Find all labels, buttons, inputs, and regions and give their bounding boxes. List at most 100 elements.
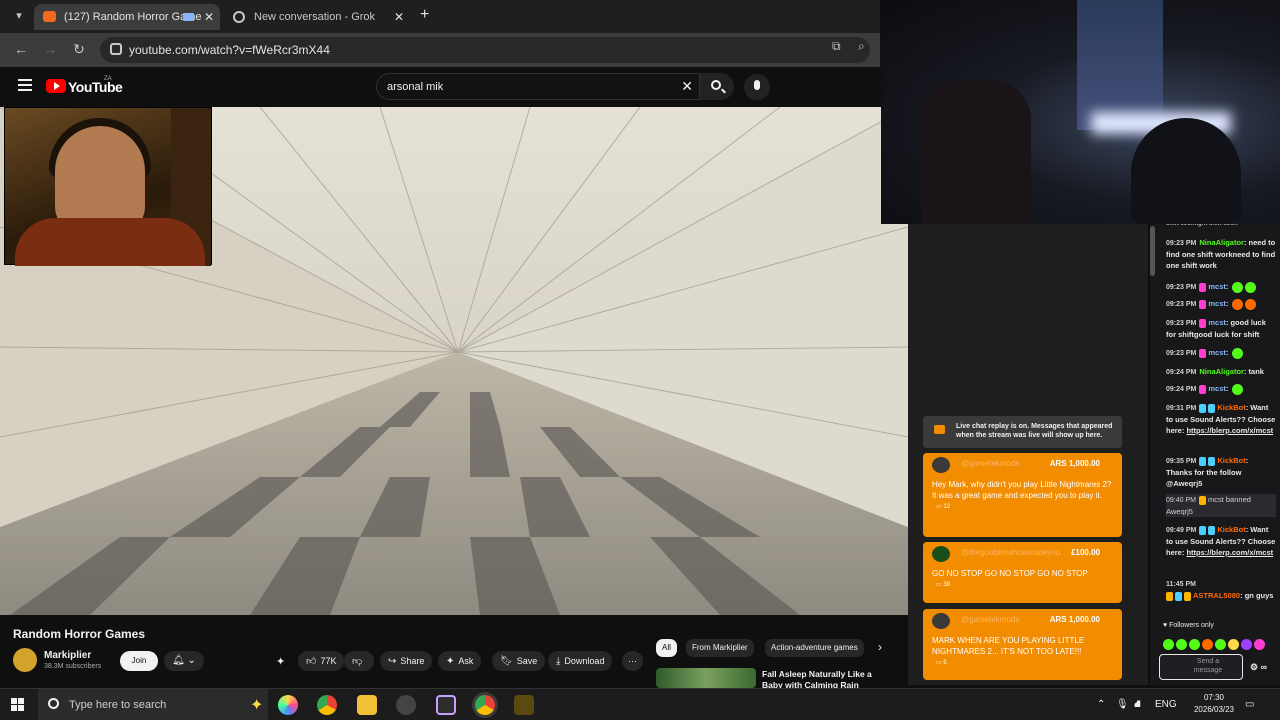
install-app-icon[interactable]: ⧉ xyxy=(832,39,841,54)
chat-message: 11:45 PM ASTRAL5080: gn guys xyxy=(1166,581,1274,601)
emote-icon[interactable] xyxy=(1215,639,1226,651)
taskbar-search[interactable]: Type here to search ✦ xyxy=(38,689,268,720)
chat-user[interactable]: NinaAligator xyxy=(1199,238,1244,247)
download-icon: ⤓ xyxy=(556,656,561,667)
ask-sparkle-icon: ✦ xyxy=(446,656,455,667)
emote-icon[interactable] xyxy=(1202,639,1213,651)
chat-user[interactable]: ASTRAL5080 xyxy=(1193,591,1240,600)
superchat-reply-value: 12 xyxy=(943,504,951,510)
superchat-header: @gametekmods ARS 1,000.00 xyxy=(923,609,1122,631)
share-button[interactable]: ↪ Share xyxy=(380,651,433,671)
language-indicator[interactable]: ENG xyxy=(1155,699,1177,710)
game-app-icon[interactable] xyxy=(514,695,534,715)
chat-user[interactable]: NinaAligator xyxy=(1199,367,1244,376)
chat-time: 09:49 PM xyxy=(1166,527,1197,534)
save-button[interactable]: 🔖︎ Save xyxy=(492,651,546,671)
youtube-logo-text[interactable]: YouTube xyxy=(68,79,123,95)
join-button[interactable]: Join xyxy=(120,651,158,671)
channel-avatar[interactable] xyxy=(13,648,37,672)
search-input[interactable]: arsonal mik ✕ xyxy=(376,73,700,100)
chat-input-placeholder[interactable]: Send a message xyxy=(1188,657,1228,675)
chat-user[interactable]: mcst xyxy=(1208,282,1226,291)
like-button[interactable]: 👍︎ 77K xyxy=(298,651,345,671)
chrome-app-icon[interactable] xyxy=(317,695,337,715)
close-tab-icon[interactable]: ✕ xyxy=(204,4,214,30)
webcam-figure xyxy=(921,80,1031,224)
chip-all[interactable]: All xyxy=(656,639,677,657)
emote-icon[interactable] xyxy=(1189,639,1200,651)
superchat-card[interactable]: @thegoobenwhosensdeyou £100.00 GO NO STO… xyxy=(923,542,1122,603)
superchat-card[interactable]: @gametekmods ARS 1,000.00 MARK WHEN ARE … xyxy=(923,609,1122,680)
superchat-user: @thegoobenwhosensdeyou xyxy=(961,548,1061,557)
site-info-icon[interactable] xyxy=(110,43,122,55)
chat-link[interactable]: https://blerp.com/x/mcst xyxy=(1186,548,1273,557)
chat-user[interactable]: mcst xyxy=(1208,299,1226,308)
close-tab-icon[interactable]: ✕ xyxy=(394,4,404,30)
chat-user[interactable]: KickBot xyxy=(1217,403,1245,412)
chat-user[interactable]: mcst xyxy=(1208,348,1226,357)
new-tab-button[interactable]: + xyxy=(420,6,429,24)
more-actions-button[interactable]: ··· xyxy=(622,651,643,671)
windows-start-icon[interactable] xyxy=(11,698,24,711)
forward-icon[interactable]: → xyxy=(41,41,59,57)
ask-button[interactable]: ✦ Ask xyxy=(438,651,482,671)
chrome-profile-app-icon[interactable] xyxy=(475,695,495,715)
badge-icon xyxy=(1199,299,1207,309)
emote-icon[interactable] xyxy=(1228,639,1239,651)
tray-overflow-icon[interactable]: ⌃ xyxy=(1097,699,1105,710)
voice-search-icon[interactable] xyxy=(744,74,770,100)
chip-action-adventure[interactable]: Action-adventure games xyxy=(765,639,864,657)
notifications-icon[interactable]: ▭ xyxy=(1245,699,1254,710)
url-text[interactable]: youtube.com/watch?v=fWeRcr3mX44 xyxy=(129,43,330,57)
network-icon[interactable]: ⛘ xyxy=(1134,699,1141,712)
recommendation-chips: All From Markiplier Action-adventure gam… xyxy=(656,639,892,659)
steam-app-icon[interactable] xyxy=(396,695,416,715)
download-button[interactable]: ⤓ Download xyxy=(548,651,613,671)
address-bar[interactable]: youtube.com/watch?v=fWeRcr3mX44 xyxy=(100,37,870,63)
reload-icon[interactable]: ↻ xyxy=(70,41,88,58)
recommended-video-title[interactable]: Fall Asleep Naturally Like a Baby with C… xyxy=(762,669,887,688)
superchat-card[interactable]: @gametekmods ARS 1,000.00 Hey Mark, why … xyxy=(923,453,1122,537)
sparkle-icon[interactable]: ✦ xyxy=(276,655,285,668)
file-explorer-icon[interactable] xyxy=(357,695,377,715)
zoom-icon[interactable]: ⌕ xyxy=(858,39,865,54)
chevron-right-icon[interactable]: › xyxy=(878,640,882,654)
menu-icon[interactable] xyxy=(18,79,32,91)
paint-app-icon[interactable] xyxy=(436,695,456,715)
download-label: Download xyxy=(564,656,605,666)
tab-grok[interactable]: New conversation - Grok ✕ xyxy=(224,4,410,30)
tab-youtube[interactable]: (127) Random Horror Game ✕ xyxy=(34,4,220,30)
chat-link[interactable]: https://blerp.com/x/mcst xyxy=(1186,426,1273,435)
chat-message: 09:23 PM mcst: good luck for shiftgood lu… xyxy=(1166,318,1266,339)
back-icon[interactable]: ← xyxy=(12,41,30,57)
clock-date: 2026/03/23 xyxy=(1193,705,1235,714)
clear-search-icon[interactable]: ✕ xyxy=(681,78,693,95)
youtube-logo-icon[interactable] xyxy=(46,79,66,93)
search-icon xyxy=(48,698,59,709)
emote-icon[interactable] xyxy=(1241,639,1252,651)
taskbar-clock[interactable]: 07:30 2026/03/23 xyxy=(1190,692,1238,716)
tab-youtube-label: (127) Random Horror Game xyxy=(64,11,202,23)
badge-icon xyxy=(1199,318,1207,328)
copilot-app-icon[interactable] xyxy=(278,695,298,715)
chat-user[interactable]: KickBot xyxy=(1217,525,1245,534)
start-logo-pane xyxy=(18,705,24,711)
chat-user[interactable]: mcst xyxy=(1208,384,1226,393)
chat-settings-icon[interactable]: ⚙ ∞ xyxy=(1250,662,1280,673)
search-query[interactable]: arsonal mik xyxy=(387,81,443,93)
microphone-icon[interactable]: 🎙︎ xyxy=(1116,699,1129,710)
emote-icon[interactable] xyxy=(1163,639,1174,651)
chat-scrollbar[interactable] xyxy=(1150,226,1155,276)
chip-from-markiplier[interactable]: From Markiplier xyxy=(686,639,754,657)
taskbar-search-placeholder[interactable]: Type here to search xyxy=(69,699,166,711)
search-button[interactable] xyxy=(700,73,734,100)
recommended-video-thumbnail[interactable] xyxy=(656,668,756,688)
tab-search-menu-icon[interactable]: ▾ xyxy=(10,7,28,25)
emote-icon[interactable] xyxy=(1254,639,1265,651)
channel-name[interactable]: Markiplier xyxy=(44,650,91,661)
dislike-button[interactable]: 👎︎ xyxy=(344,651,375,671)
emote-icon[interactable] xyxy=(1176,639,1187,651)
chat-user[interactable]: KickBot xyxy=(1217,456,1245,465)
subscribed-bell-button[interactable]: 🔔︎ ⌄ xyxy=(164,651,204,671)
chat-user[interactable]: mcst xyxy=(1208,318,1226,327)
